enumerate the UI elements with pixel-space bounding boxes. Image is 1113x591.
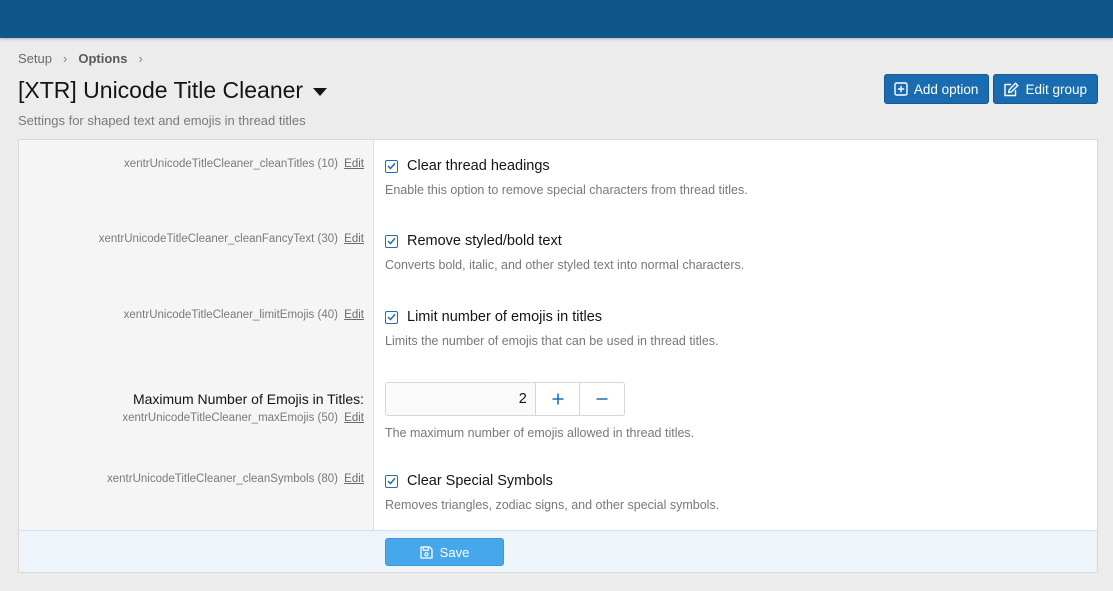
option-key-text: xentrUnicodeTitleCleaner_limitEmojis (40… <box>123 309 338 321</box>
save-label: Save <box>439 544 470 560</box>
page-description: Settings for shaped text and emojis in t… <box>18 113 306 128</box>
option-labels-column <box>19 140 374 530</box>
option-hint: The maximum number of emojis allowed in … <box>385 426 695 440</box>
option-label[interactable]: Limit number of emojis in titles <box>407 309 602 325</box>
option-key: xentrUnicodeTitleCleaner_limitEmojis (40… <box>124 309 364 321</box>
clean-titles-checkbox[interactable] <box>385 159 398 173</box>
option-label[interactable]: Clear thread headings <box>407 158 550 174</box>
edit-option-link[interactable]: Edit <box>344 473 364 485</box>
plus-icon <box>552 393 564 405</box>
breadcrumb: Setup › Options › <box>18 51 154 66</box>
save-button[interactable]: Save <box>385 538 504 566</box>
edit-group-button[interactable]: Edit group <box>993 74 1098 104</box>
option-hint: Limits the number of emojis that can be … <box>385 334 719 348</box>
option-key-text: xentrUnicodeTitleCleaner_maxEmojis (50) <box>122 412 338 424</box>
options-form: xentrUnicodeTitleCleaner_cleanTitles (10… <box>18 139 1098 573</box>
add-option-label: Add option <box>913 81 979 97</box>
save-floppy-icon <box>420 545 433 559</box>
option-key-text: xentrUnicodeTitleCleaner_cleanTitles (10… <box>124 158 338 170</box>
breadcrumb-setup[interactable]: Setup <box>18 51 52 66</box>
breadcrumb-separator-icon: › <box>62 51 68 66</box>
clean-fancy-text-checkbox[interactable] <box>385 234 398 248</box>
breadcrumb-separator-icon: › <box>138 51 143 66</box>
page-title-text: [XTR] Unicode Title Cleaner <box>18 77 304 103</box>
clean-symbols-checkbox[interactable] <box>385 474 398 488</box>
edit-group-label: Edit group <box>1025 81 1087 97</box>
form-submit-row: Save <box>19 530 1097 572</box>
page-title: [XTR] Unicode Title Cleaner <box>18 77 328 104</box>
option-key: xentrUnicodeTitleCleaner_maxEmojis (50) … <box>122 412 364 424</box>
limit-emojis-checkbox[interactable] <box>385 310 398 324</box>
option-hint: Converts bold, italic, and other styled … <box>385 258 745 272</box>
edit-option-link[interactable]: Edit <box>344 412 364 424</box>
minus-icon <box>596 398 608 400</box>
plus-square-icon <box>894 82 908 96</box>
check-icon <box>387 477 396 485</box>
max-emojis-number-input: 2 <box>385 382 625 416</box>
option-label[interactable]: Remove styled/bold text <box>407 233 562 249</box>
edit-option-link[interactable]: Edit <box>344 309 364 321</box>
edit-option-link[interactable]: Edit <box>344 233 364 245</box>
max-emojis-value[interactable]: 2 <box>386 383 535 415</box>
option-key-text: xentrUnicodeTitleCleaner_cleanFancyText … <box>98 233 338 245</box>
increment-button[interactable] <box>534 383 580 415</box>
caret-down-icon[interactable] <box>313 87 328 96</box>
option-label[interactable]: Clear Special Symbols <box>407 473 553 489</box>
page-actions: Add option Edit group <box>883 74 1098 104</box>
option-key: xentrUnicodeTitleCleaner_cleanTitles (10… <box>124 158 364 170</box>
top-navigation-bar <box>0 0 1113 38</box>
option-title: Maximum Number of Emojis in Titles: <box>132 391 364 407</box>
edit-pencil-icon <box>1004 82 1019 96</box>
check-icon <box>387 237 396 245</box>
option-key: xentrUnicodeTitleCleaner_cleanFancyText … <box>99 233 364 245</box>
check-icon <box>387 162 396 170</box>
option-hint: Enable this option to remove special cha… <box>385 183 748 197</box>
check-icon <box>387 313 396 321</box>
option-key: xentrUnicodeTitleCleaner_cleanSymbols (8… <box>107 473 364 485</box>
breadcrumb-options[interactable]: Options <box>78 51 127 66</box>
option-hint: Removes triangles, zodiac signs, and oth… <box>385 498 720 512</box>
edit-option-link[interactable]: Edit <box>344 158 364 170</box>
decrement-button[interactable] <box>579 383 624 415</box>
option-key-text: xentrUnicodeTitleCleaner_cleanSymbols (8… <box>107 473 338 485</box>
add-option-button[interactable]: Add option <box>883 74 990 104</box>
